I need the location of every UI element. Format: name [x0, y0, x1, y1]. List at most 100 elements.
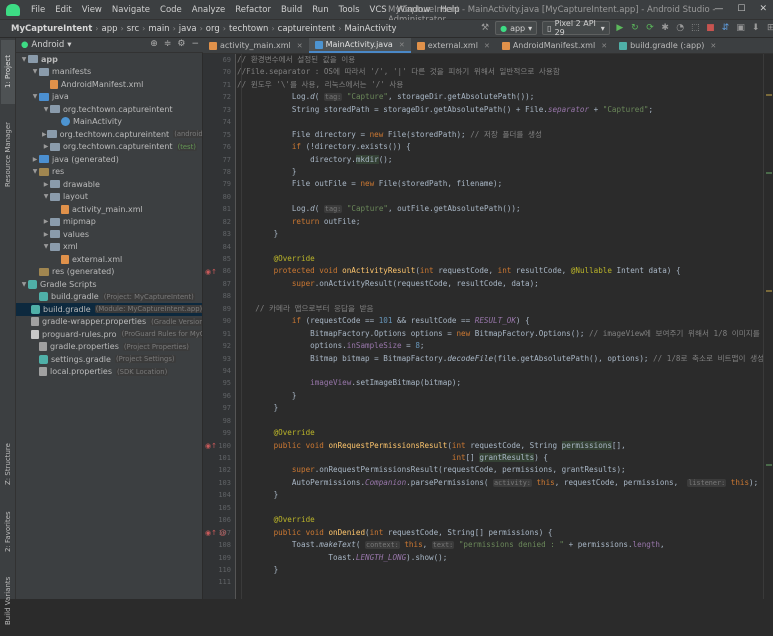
menu-item-analyze[interactable]: Analyze	[187, 5, 231, 15]
override-gutter-icon[interactable]: ◉↑ @	[205, 529, 226, 537]
sdk-manager-icon[interactable]: ⬇	[751, 22, 761, 34]
tree-item[interactable]: ▶ drawable	[16, 178, 202, 191]
menu-item-run[interactable]: Run	[307, 5, 333, 15]
tree-item[interactable]: ▼ Gradle Scripts	[16, 278, 202, 291]
expanded-arrow-icon[interactable]: ▼	[20, 281, 28, 288]
code-editor[interactable]: // 환경변수에서 설정된 값을 이용 //File.separator : OS…	[237, 54, 773, 599]
hammer-icon[interactable]: ⚒	[480, 22, 490, 34]
code-line[interactable]: options.inSampleSize = 8;	[237, 340, 773, 352]
code-line[interactable]: //File.separator : OS에 따라서 '/', '|' 다른 것…	[237, 66, 773, 78]
minimize-icon[interactable]: —	[714, 4, 723, 14]
code-line[interactable]	[237, 290, 773, 302]
tree-item[interactable]: ▼ org.techtown.captureintent	[16, 103, 202, 116]
gear-icon[interactable]: ⚙	[177, 39, 185, 49]
code-line[interactable]: // 카메라 앱으로부터 응답을 받음	[237, 303, 773, 315]
expanded-arrow-icon[interactable]: ▼	[31, 93, 39, 100]
resource-manager-tool-tab[interactable]: Resource Manager	[1, 110, 15, 198]
code-line[interactable]: @Override	[237, 253, 773, 265]
tree-item[interactable]: AndroidManifest.xml	[16, 78, 202, 91]
project-tool-tab[interactable]: 1: Project	[1, 40, 15, 104]
maximize-icon[interactable]: ☐	[737, 4, 745, 14]
code-line[interactable]: }	[237, 390, 773, 402]
profile-icon[interactable]: ◔	[675, 22, 685, 34]
tree-item[interactable]: gradle-wrapper.properties (Gradle Version…	[16, 316, 202, 329]
tree-item[interactable]: ▶ java (generated)	[16, 153, 202, 166]
code-line[interactable]: if (!directory.exists()) {	[237, 141, 773, 153]
code-line[interactable]: protected void onActivityResult(int requ…	[237, 265, 773, 277]
debug-icon[interactable]: ✱	[660, 22, 670, 34]
editor-tab[interactable]: external.xml ✕	[411, 38, 496, 53]
avd-manager-icon[interactable]: ▣	[736, 22, 746, 34]
build-variants-tool-tab[interactable]: Build Variants	[1, 566, 15, 636]
code-line[interactable]: @Override	[237, 427, 773, 439]
editor-tab[interactable]: activity_main.xml ✕	[203, 38, 309, 53]
code-line[interactable]: public void onRequestPermissionsResult(i…	[237, 440, 773, 452]
code-line[interactable]: AutoPermissions.Companion.parsePermissio…	[237, 477, 773, 489]
breadcrumb-item[interactable]: app	[99, 24, 121, 34]
collapsed-arrow-icon[interactable]: ▶	[42, 181, 50, 188]
sync-gradle-icon[interactable]: ⇵	[720, 22, 730, 34]
code-line[interactable]: File outFile = new File(storedPath, file…	[237, 178, 773, 190]
code-line[interactable]: int[] grantResults) {	[237, 452, 773, 464]
code-line[interactable]	[237, 415, 773, 427]
close-tab-icon[interactable]: ✕	[399, 41, 405, 49]
expanded-arrow-icon[interactable]: ▼	[31, 168, 39, 175]
menu-item-file[interactable]: File	[26, 5, 50, 15]
code-line[interactable]: // 환경변수에서 설정된 값을 이용	[237, 54, 773, 66]
apply-code-changes-icon[interactable]: ⟳	[645, 22, 655, 34]
tree-item[interactable]: gradle.properties (Project Properties)	[16, 341, 202, 354]
breadcrumb-item[interactable]: MyCaptureIntent	[8, 24, 95, 34]
breadcrumb-item[interactable]: org	[203, 24, 223, 34]
menu-item-view[interactable]: View	[77, 5, 107, 15]
code-line[interactable]: }	[237, 564, 773, 576]
favorites-tool-tab[interactable]: 2: Favorites	[1, 504, 15, 560]
tree-item[interactable]: ▼ manifests	[16, 66, 202, 79]
breadcrumb-item[interactable]: src	[124, 24, 142, 34]
code-line[interactable]: super.onRequestPermissionsResult(request…	[237, 464, 773, 476]
stop-icon[interactable]: ■	[705, 22, 715, 34]
menu-item-refactor[interactable]: Refactor	[230, 5, 276, 15]
code-line[interactable]: }	[237, 228, 773, 240]
tree-item[interactable]: activity_main.xml	[16, 203, 202, 216]
collapsed-arrow-icon[interactable]: ▶	[31, 156, 39, 163]
code-line[interactable]: imageView.setImageBitmap(bitmap);	[237, 377, 773, 389]
breadcrumb-item[interactable]: java	[176, 24, 200, 34]
close-tab-icon[interactable]: ✕	[297, 42, 303, 50]
code-line[interactable]: BitmapFactory.Options options = new Bitm…	[237, 328, 773, 340]
attach-debugger-icon[interactable]: ⬚	[690, 22, 700, 34]
menu-item-code[interactable]: Code	[155, 5, 187, 15]
menu-item-navigate[interactable]: Navigate	[107, 5, 155, 15]
code-line[interactable]: return outFile;	[237, 216, 773, 228]
collapsed-arrow-icon[interactable]: ▶	[42, 131, 47, 138]
collapsed-arrow-icon[interactable]: ▶	[42, 218, 50, 225]
structure-tool-tab[interactable]: Z: Structure	[1, 432, 15, 496]
editor-scrollbar[interactable]	[763, 54, 773, 599]
device-selector[interactable]: ▯ Pixel 2 API 29 ▾	[542, 19, 610, 37]
code-line[interactable]: Toast.LENGTH_LONG).show();	[237, 552, 773, 564]
tree-item[interactable]: ▼ res	[16, 166, 202, 179]
tree-item[interactable]: ▶ org.techtown.captureintent(androidTest)	[16, 128, 202, 141]
module-selector[interactable]: ● app ▾	[495, 21, 538, 35]
breadcrumb-item[interactable]: MainActivity	[341, 24, 399, 34]
code-line[interactable]	[237, 365, 773, 377]
tree-item[interactable]: build.gradle (Project: MyCaptureIntent)	[16, 291, 202, 304]
editor-tab[interactable]: AndroidManifest.xml ✕	[496, 38, 613, 53]
code-line[interactable]: public void onDenied(int requestCode, St…	[237, 527, 773, 539]
expanded-arrow-icon[interactable]: ▼	[42, 106, 50, 113]
project-view-dropdown[interactable]: ● Android ▾	[16, 40, 72, 50]
editor-tab[interactable]: MainActivity.java ✕	[308, 38, 411, 53]
tree-item[interactable]: MainActivity	[16, 116, 202, 129]
code-line[interactable]: }	[237, 489, 773, 501]
menu-item-edit[interactable]: Edit	[50, 5, 76, 15]
code-line[interactable]: }	[237, 402, 773, 414]
code-line[interactable]: Log.d( tag: "Capture", outFile.getAbsolu…	[237, 203, 773, 215]
tree-item[interactable]: ▶ mipmap	[16, 216, 202, 229]
breadcrumb-item[interactable]: techtown	[226, 24, 272, 34]
code-line[interactable]: String storedPath = storageDir.getAbsolu…	[237, 104, 773, 116]
code-line[interactable]	[237, 241, 773, 253]
code-line[interactable]	[237, 502, 773, 514]
expanded-arrow-icon[interactable]: ▼	[42, 243, 50, 250]
code-line[interactable]	[237, 576, 773, 588]
code-line[interactable]: Bitmap bitmap = BitmapFactory.decodeFile…	[237, 353, 773, 365]
tree-item[interactable]: ▼ java	[16, 91, 202, 104]
